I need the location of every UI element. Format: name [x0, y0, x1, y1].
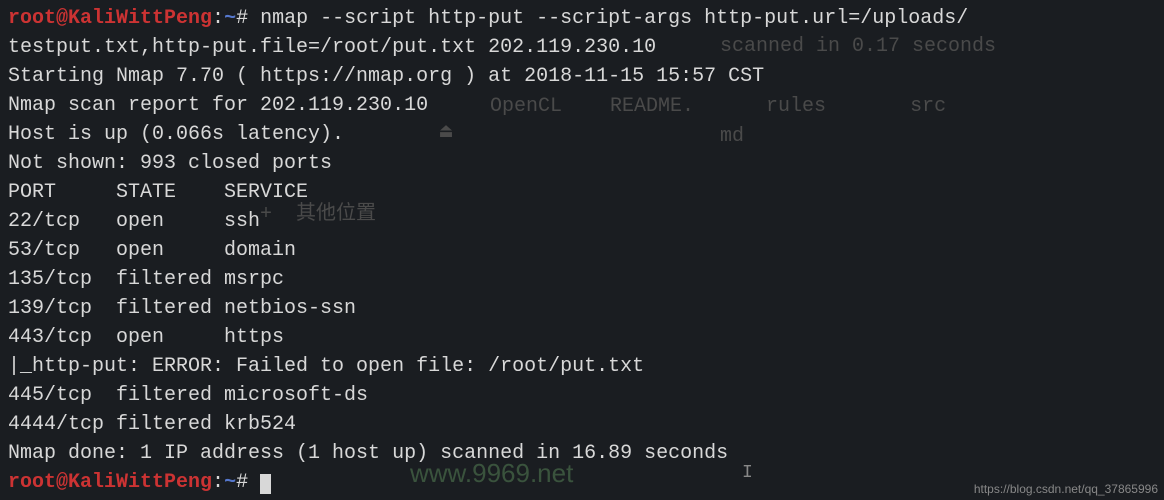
prompt-symbol: #	[236, 7, 248, 30]
prompt-path: ~	[224, 471, 236, 494]
prompt-line-1: root@KaliWittPeng:~# nmap --script http-…	[8, 4, 1156, 33]
output-port-header: PORT STATE SERVICE	[8, 178, 1156, 207]
prompt-path: ~	[224, 7, 236, 30]
command-part-2: testput.txt,http-put.file=/root/put.txt …	[8, 33, 1156, 62]
output-port-row: 4444/tcp filtered krb524	[8, 410, 1156, 439]
terminal-cursor	[260, 474, 271, 494]
output-port-row: 445/tcp filtered microsoft-ds	[8, 381, 1156, 410]
mouse-ibeam-icon: I	[742, 460, 753, 486]
prompt-separator: :	[212, 7, 224, 30]
footer-source-url: https://blog.csdn.net/qq_37865996	[974, 481, 1158, 498]
output-done: Nmap done: 1 IP address (1 host up) scan…	[8, 439, 1156, 468]
command-part-1: nmap --script http-put --script-args htt…	[248, 7, 968, 30]
output-port-row: 53/tcp open domain	[8, 236, 1156, 265]
prompt-user: root@KaliWittPeng	[8, 7, 212, 30]
output-port-row: 443/tcp open https	[8, 323, 1156, 352]
prompt-user: root@KaliWittPeng	[8, 471, 212, 494]
prompt-symbol: #	[236, 471, 248, 494]
output-host-up: Host is up (0.066s latency).	[8, 120, 1156, 149]
output-starting: Starting Nmap 7.70 ( https://nmap.org ) …	[8, 62, 1156, 91]
terminal-output[interactable]: root@KaliWittPeng:~# nmap --script http-…	[8, 4, 1156, 497]
output-not-shown: Not shown: 993 closed ports	[8, 149, 1156, 178]
output-port-row: 22/tcp open ssh	[8, 207, 1156, 236]
output-port-row: 139/tcp filtered netbios-ssn	[8, 294, 1156, 323]
output-http-put-error: |_http-put: ERROR: Failed to open file: …	[8, 352, 1156, 381]
output-scan-report: Nmap scan report for 202.119.230.10	[8, 91, 1156, 120]
prompt-separator: :	[212, 471, 224, 494]
output-port-row: 135/tcp filtered msrpc	[8, 265, 1156, 294]
